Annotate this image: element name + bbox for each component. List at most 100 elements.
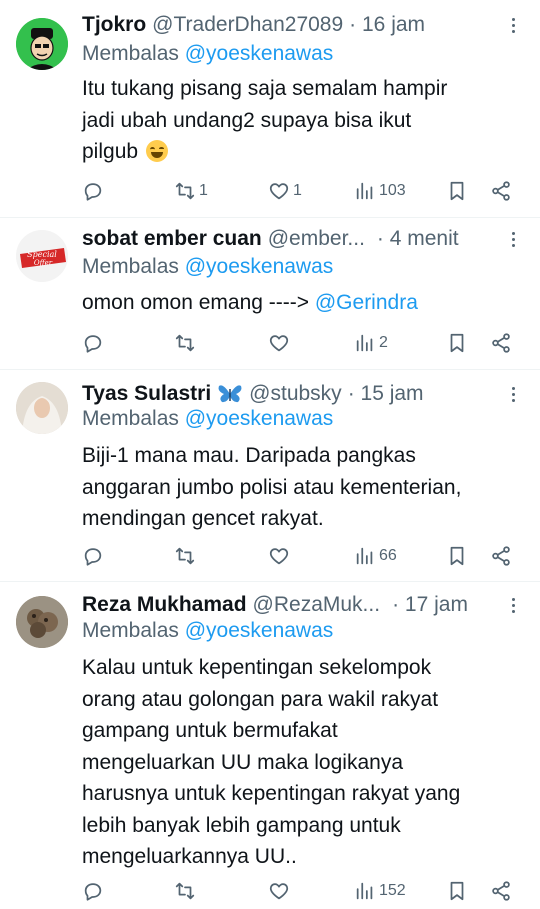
tweet-text-line: Kalau untuk kepentingan sekelompok [82, 656, 432, 679]
tweet-text: Itu tukang pisang saja semalam hampir ja… [82, 73, 518, 168]
retweet-button[interactable] [174, 541, 199, 571]
reply-mention-link[interactable]: @yoeskenawas [185, 619, 334, 642]
bookmark-button[interactable] [446, 876, 468, 906]
tweet-text-line: gampang untuk bermufakat [82, 719, 338, 742]
reply-mention-link[interactable]: @yoeskenawas [185, 255, 334, 278]
views-button[interactable]: 103 [354, 176, 406, 206]
share-icon [492, 181, 510, 201]
views-button[interactable]: 152 [354, 876, 406, 906]
tweet[interactable]: Tjokro @TraderDhan27089 · 16 jam Membala… [0, 0, 540, 218]
author-handle[interactable]: @ember... [268, 227, 365, 251]
author-handle[interactable]: @RezaMuk... [253, 593, 381, 617]
tweet-actions: 1 1 103 [82, 176, 520, 206]
reply-mention-link[interactable]: @yoeskenawas [185, 42, 334, 65]
author-name[interactable]: Tjokro [82, 13, 146, 37]
tweet-actions: 2 [82, 328, 520, 358]
views-button[interactable]: 2 [354, 328, 388, 358]
like-button[interactable] [268, 541, 293, 571]
more-options-icon[interactable] [508, 224, 518, 254]
reply-mention-link[interactable]: @yoeskenawas [185, 407, 334, 430]
retweet-button[interactable]: 1 [174, 176, 208, 206]
reply-button[interactable] [82, 176, 107, 206]
reply-button[interactable] [82, 328, 107, 358]
more-options-icon[interactable] [508, 379, 518, 409]
author-handle[interactable]: @stubsky [249, 382, 342, 406]
action-count: 66 [379, 547, 397, 564]
author-name[interactable]: sobat ember cuan [82, 227, 262, 251]
tweet-text-line: Biji-1 mana mau. Daripada pangkas [82, 444, 416, 467]
retweet-icon [175, 182, 195, 200]
tweet-text-line: jadi ubah undang2 supaya bisa ikut [82, 108, 412, 132]
timestamp[interactable]: · 16 jam [349, 13, 425, 37]
share-button[interactable] [490, 176, 512, 206]
replying-to-label: Membalas [82, 619, 179, 642]
bookmark-button[interactable] [446, 176, 468, 206]
reply-icon [84, 548, 102, 566]
author-name[interactable]: Reza Mukhamad [82, 593, 247, 617]
views-icon [356, 882, 373, 900]
bookmark-button[interactable] [446, 541, 468, 571]
avatar[interactable] [16, 18, 68, 70]
more-options-icon[interactable] [508, 590, 518, 620]
avatar-text: Special [27, 250, 57, 259]
tweet[interactable]: Special Offer sobat ember cuan @ember...… [0, 218, 540, 370]
share-button[interactable] [490, 876, 512, 906]
tweet[interactable]: Tyas Sulastri @stubsky · 15 jam Membalas… [0, 370, 540, 582]
reply-icon [84, 883, 102, 901]
heart-icon [269, 548, 289, 565]
share-button[interactable] [490, 328, 512, 358]
action-count: 152 [379, 882, 406, 899]
like-button[interactable] [268, 876, 293, 906]
like-button[interactable] [268, 328, 293, 358]
replying-to: Membalas @yoeskenawas [82, 407, 333, 431]
tweet[interactable]: Reza Mukhamad @RezaMuk... · 17 jam Memba… [0, 582, 540, 909]
tweet-header: sobat ember cuan @ember... · 4 menit [82, 224, 524, 254]
action-count: 1 [293, 182, 302, 199]
views-icon [356, 547, 373, 565]
timestamp[interactable]: · 15 jam [348, 382, 424, 406]
heart-icon [269, 183, 289, 200]
mention-link[interactable]: @Gerindra [315, 291, 418, 314]
tweet-text-line: mengeluarkan UU maka logikanya [82, 750, 403, 774]
views-icon [356, 182, 373, 200]
views-button[interactable]: 66 [354, 541, 397, 571]
retweet-button[interactable] [174, 876, 199, 906]
avatar[interactable] [16, 382, 68, 434]
author-name[interactable]: Tyas Sulastri [82, 382, 211, 406]
tweet-text: Kalau untuk kepentingan sekelompok orang… [82, 652, 518, 873]
tweet-header: Tjokro @TraderDhan27089 · 16 jam [82, 10, 524, 40]
grinning-sweat-emoji [145, 140, 168, 162]
retweet-icon [175, 882, 195, 900]
reply-button[interactable] [82, 541, 107, 571]
views-icon [356, 334, 373, 352]
share-icon [492, 881, 510, 901]
bookmark-icon [450, 181, 464, 201]
tweet-text-line: lebih banyak lebih gampang untuk [82, 813, 401, 837]
action-count: 103 [379, 182, 406, 199]
share-icon [492, 546, 510, 566]
like-button[interactable]: 1 [268, 176, 302, 206]
tweet-text-line: mendingan gencet rakyat. [82, 507, 324, 530]
bookmark-button[interactable] [446, 328, 468, 358]
reply-icon [84, 183, 102, 201]
share-button[interactable] [490, 541, 512, 571]
bookmark-icon [450, 333, 464, 353]
retweet-button[interactable] [174, 328, 199, 358]
bookmark-icon [450, 546, 464, 566]
author-handle[interactable]: @TraderDhan27089 [152, 13, 343, 37]
replying-to-label: Membalas [82, 42, 179, 65]
more-options-icon[interactable] [508, 10, 518, 40]
tweet-text-line: anggaran jumbo polisi atau kementerian, [82, 475, 462, 499]
tweet-header: Reza Mukhamad @RezaMuk... · 17 jam [82, 590, 524, 620]
heart-icon [269, 883, 289, 900]
timestamp[interactable]: · 17 jam [392, 593, 468, 617]
tweet-text: omon omon emang ----> @Gerindra [82, 287, 518, 319]
timestamp[interactable]: · 4 menit [377, 227, 459, 251]
replying-to: Membalas @yoeskenawas [82, 255, 333, 279]
tweet-text-line: orang atau golongan para wakil rakyat [82, 687, 439, 711]
retweet-icon [175, 547, 195, 565]
reply-button[interactable] [82, 876, 107, 906]
replying-to: Membalas @yoeskenawas [82, 42, 333, 66]
avatar[interactable] [16, 596, 68, 648]
avatar[interactable]: Special Offer [16, 230, 68, 282]
